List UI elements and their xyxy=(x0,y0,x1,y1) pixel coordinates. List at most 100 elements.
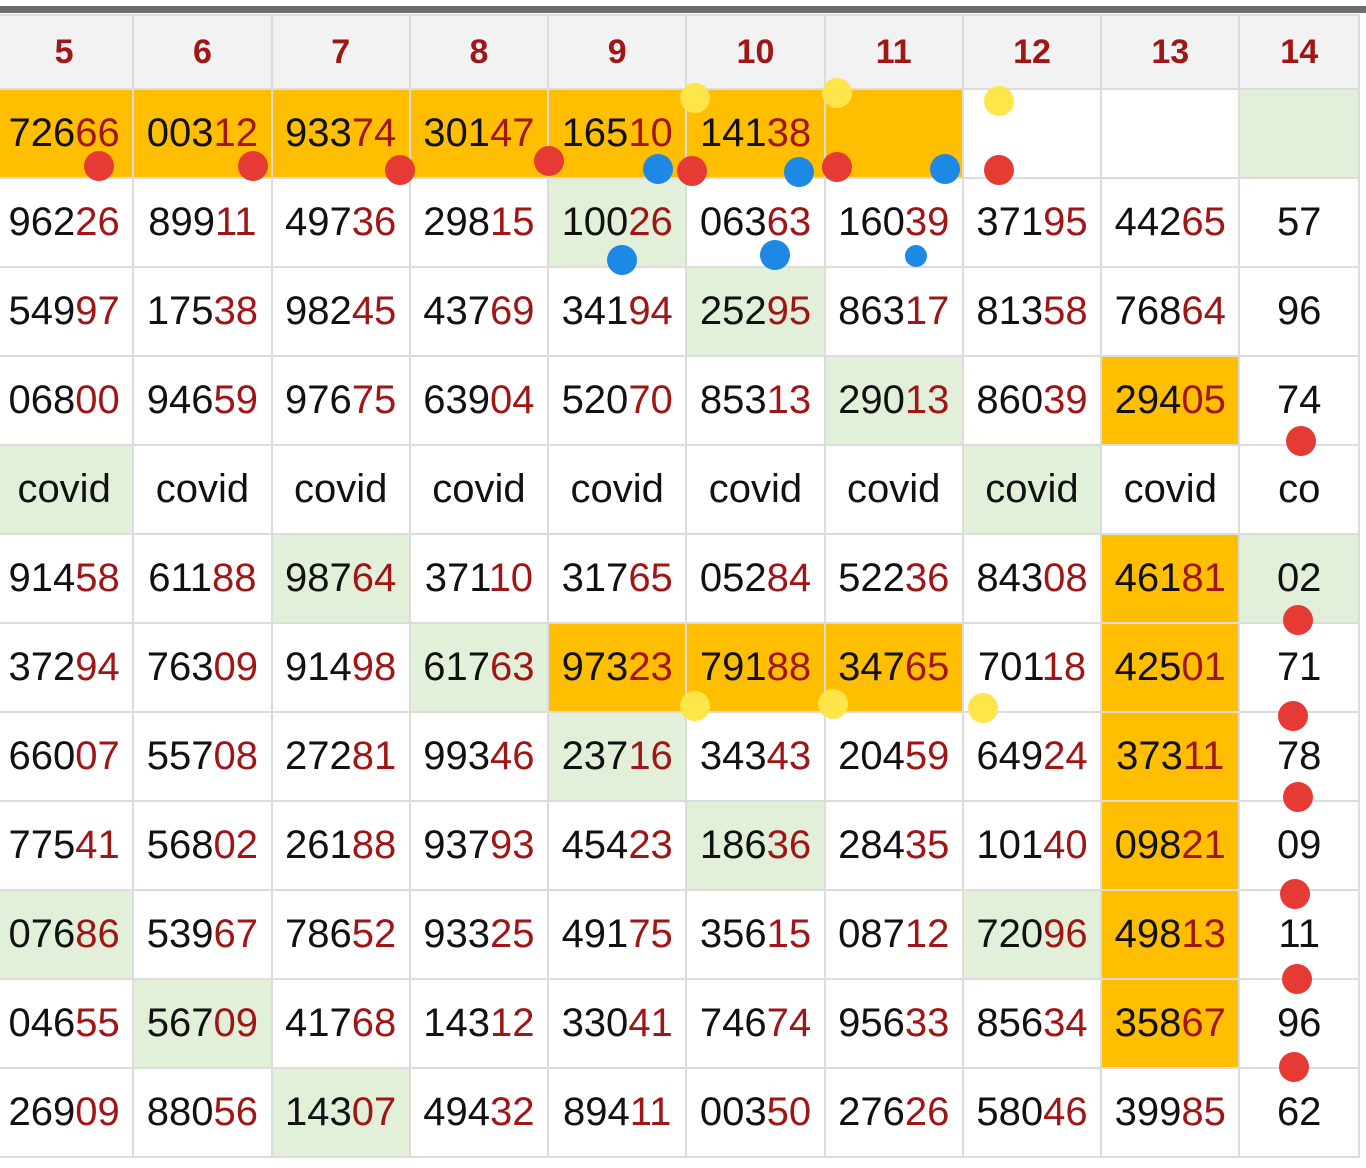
table-cell: 49432 xyxy=(408,1067,550,1158)
column-header: 13 xyxy=(1100,14,1241,90)
last-two-digits: 11 xyxy=(629,1090,672,1134)
table-row: 91458 61188 98764 37110 31765 05284 52236 84308… xyxy=(0,533,1360,624)
cell-value: 30147 xyxy=(423,111,534,155)
cell-value: covid xyxy=(985,467,1079,511)
cell-value: 71 xyxy=(1276,645,1322,689)
table-cell: 74674 xyxy=(685,978,826,1069)
cell-value: covid xyxy=(155,467,250,511)
leading-digits: 494 xyxy=(423,1090,491,1134)
table-cell: 49175 xyxy=(547,889,688,980)
last-two-digits: 98 xyxy=(351,645,397,689)
leading-digits: 726 xyxy=(8,111,76,155)
leading-digits: 098 xyxy=(1114,823,1182,867)
table-cell: 34343 xyxy=(685,711,826,802)
last-two-digits: 13 xyxy=(766,378,812,422)
leading-digits: 987 xyxy=(285,556,352,600)
leading-digits: 261 xyxy=(285,823,352,867)
cell-value: 37195 xyxy=(976,200,1087,244)
leading-digits: 498 xyxy=(1114,912,1182,956)
cell-value: 37294 xyxy=(9,645,120,689)
cell-value: 86317 xyxy=(838,289,949,333)
leading-digits: 649 xyxy=(976,734,1044,778)
blue-dot xyxy=(930,154,960,184)
cell-value: 91458 xyxy=(9,556,120,600)
cell-value: 20459 xyxy=(838,734,949,778)
cell-value: 39985 xyxy=(1115,1090,1226,1134)
cell-value: covid xyxy=(708,467,803,511)
table-cell: 94659 xyxy=(132,355,273,446)
last-two-digits: 12 xyxy=(213,111,259,155)
leading-digits: 860 xyxy=(976,378,1044,422)
table-row: covid covid covid covid covid covid covid covid… xyxy=(0,444,1360,535)
last-two-digits: 97 xyxy=(75,289,120,333)
column-header: 14 xyxy=(1238,14,1360,90)
blue-dot xyxy=(784,157,814,187)
last-two-digits: 26 xyxy=(75,200,120,244)
yellow-dot xyxy=(822,78,852,108)
table-cell: 56802 xyxy=(132,800,273,891)
table-cell: 10140 xyxy=(961,800,1103,891)
last-two-digits: 01 xyxy=(1181,645,1226,689)
last-two-digits: 94 xyxy=(628,289,673,333)
leading-digits: 639 xyxy=(423,378,491,422)
leading-digits: 746 xyxy=(699,1001,767,1045)
column-header: 11 xyxy=(823,14,964,90)
leading-digits: 330 xyxy=(561,1001,629,1045)
last-two-digits: 07 xyxy=(351,1090,397,1134)
last-two-digits: 46 xyxy=(1043,1090,1088,1134)
cell-value: 76309 xyxy=(147,645,258,689)
cell-value: 95633 xyxy=(838,1001,949,1045)
table-cell: 62 xyxy=(1238,1067,1360,1158)
table-cell: 35867 xyxy=(1100,978,1241,1069)
leading-digits: 539 xyxy=(146,912,214,956)
table-cell: 61188 xyxy=(132,533,273,624)
leading-digits: 175 xyxy=(146,289,214,333)
table-cell xyxy=(1100,88,1241,179)
cell-value: 27626 xyxy=(838,1090,949,1134)
table-cell: 57 xyxy=(1238,177,1360,268)
last-two-digits: 59 xyxy=(904,734,950,778)
table-cell: 31765 xyxy=(547,533,688,624)
last-two-digits: 09 xyxy=(213,645,259,689)
leading-digits: 768 xyxy=(1114,289,1182,333)
leading-digits: 371 xyxy=(976,200,1044,244)
cell-value: 29405 xyxy=(1115,378,1226,422)
cell-value: 26188 xyxy=(285,823,396,867)
last-two-digits: 13 xyxy=(1181,912,1226,956)
table-cell: 89911 xyxy=(132,177,273,268)
table-cell: 91458 xyxy=(0,533,135,624)
last-two-digits: 95 xyxy=(766,289,812,333)
red-dot xyxy=(385,155,415,185)
column-header: 12 xyxy=(961,14,1103,90)
table-row: 54997 17538 98245 43769 34194 25295 86317 81358… xyxy=(0,266,1360,357)
table-row: 07686 53967 78652 93325 49175 35615 08712 72096… xyxy=(0,889,1360,980)
cell-value: 33041 xyxy=(562,1001,673,1045)
table-cell: 00350 xyxy=(685,1067,826,1158)
red-dot xyxy=(238,151,268,181)
cell-value: 10140 xyxy=(976,823,1087,867)
table-cell: 81358 xyxy=(961,266,1103,357)
table-cell: 16039 xyxy=(823,177,964,268)
table-cell: 27626 xyxy=(823,1067,964,1158)
cell-value: 88056 xyxy=(147,1090,258,1134)
last-two-digits: 12 xyxy=(904,912,950,956)
cell-value: 41768 xyxy=(285,1001,396,1045)
table-cell: 86317 xyxy=(823,266,964,357)
cell-value: covid xyxy=(432,467,526,511)
leading-digits: 341 xyxy=(561,289,629,333)
cell-value: 61188 xyxy=(148,556,256,600)
last-two-digits: 52 xyxy=(351,912,397,956)
table-cell: 17538 xyxy=(132,266,273,357)
table-cell: covid xyxy=(547,444,688,535)
leading-digits: 294 xyxy=(1114,378,1182,422)
column-header-row: 5 6 7 8 9 10 11 12 13 14 xyxy=(0,14,1360,90)
table-cell: 63904 xyxy=(408,355,550,446)
cell-value: 06800 xyxy=(9,378,120,422)
results-table-body: 72666 00312 93374 30147 16510 14138 96226 89911… xyxy=(0,88,1360,1158)
table-cell: 84308 xyxy=(961,533,1103,624)
leading-digits: 371 xyxy=(424,556,489,600)
cell-value: 66007 xyxy=(9,734,120,778)
table-cell: 76309 xyxy=(132,622,273,713)
last-two-digits: 50 xyxy=(766,1090,812,1134)
table-cell: 20459 xyxy=(823,711,964,802)
